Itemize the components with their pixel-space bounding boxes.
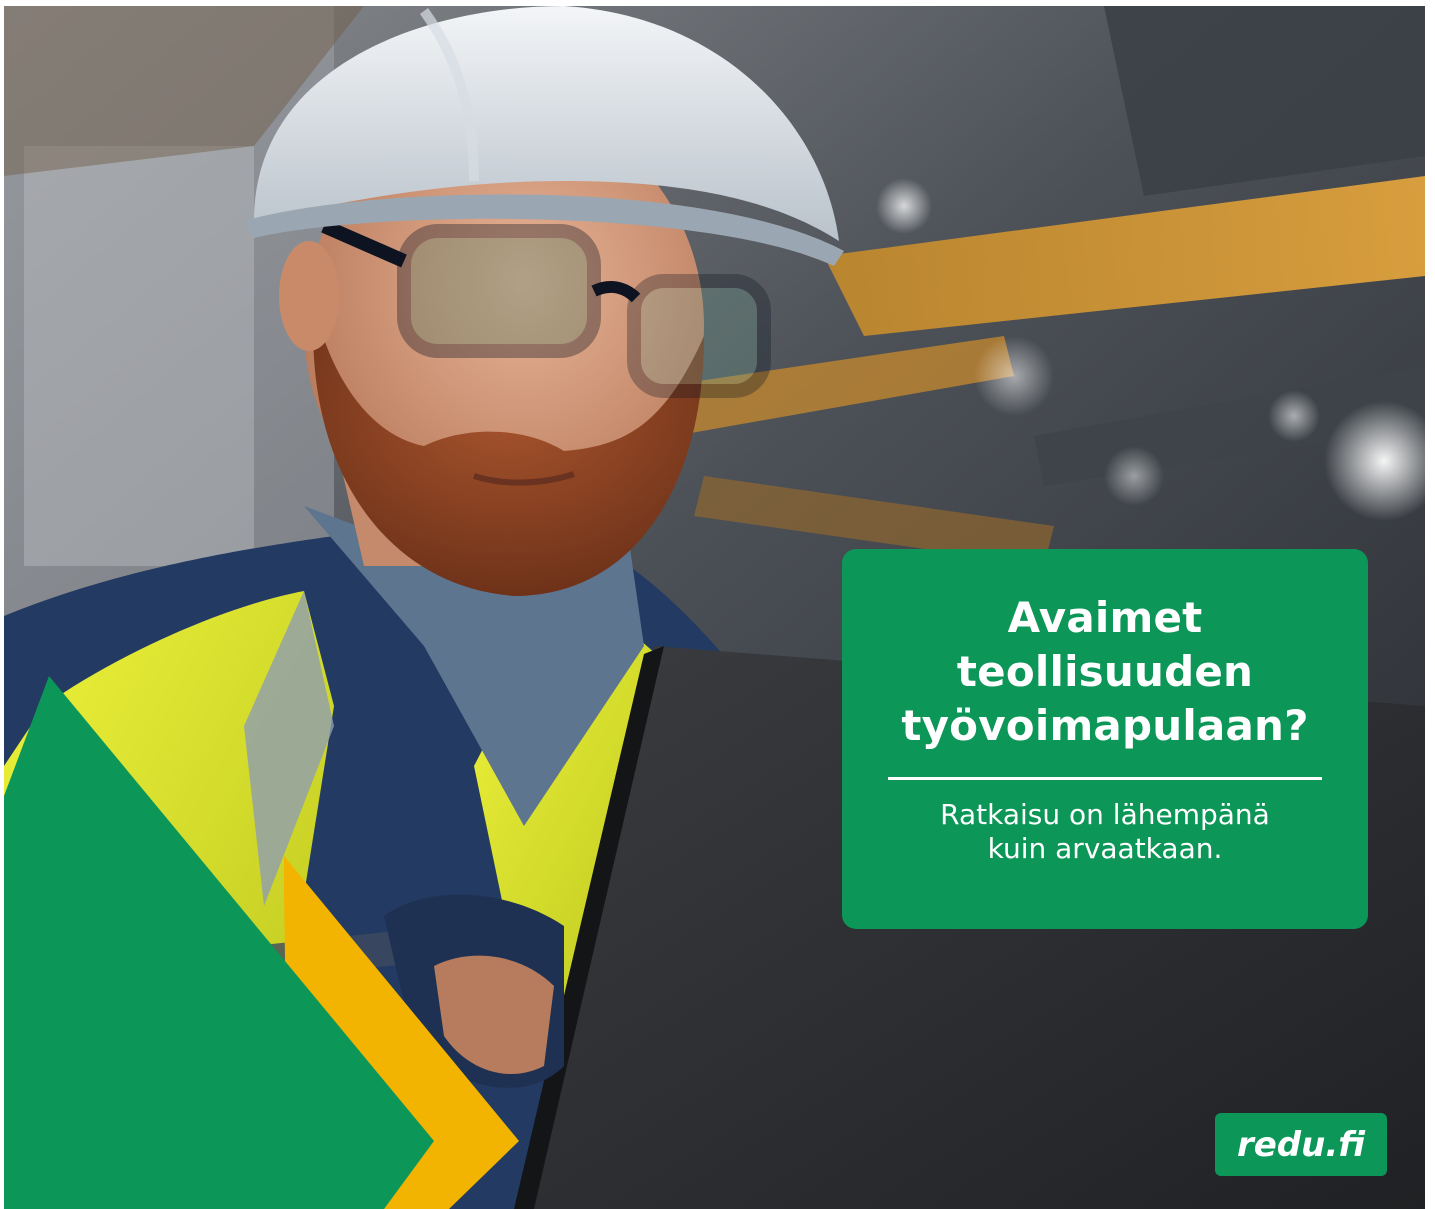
subline-line-1: Ratkaisu on lähempänä bbox=[940, 798, 1270, 831]
card-divider bbox=[888, 777, 1322, 780]
brand-url[interactable]: redu.fi bbox=[1237, 1125, 1365, 1165]
headline-line-3: työvoimapulaan? bbox=[901, 701, 1309, 750]
headline-line-1: Avaimet bbox=[1007, 593, 1203, 642]
headline-line-2: teollisuuden bbox=[956, 647, 1254, 696]
subline-line-2: kuin arvaatkaan. bbox=[987, 832, 1223, 865]
brand-url-badge[interactable]: redu.fi bbox=[1215, 1113, 1387, 1176]
headline-card: Avaimet teollisuuden työvoimapulaan? Rat… bbox=[842, 549, 1368, 929]
headline: Avaimet teollisuuden työvoimapulaan? bbox=[888, 591, 1322, 753]
ad-banner: Avaimet teollisuuden työvoimapulaan? Rat… bbox=[4, 6, 1425, 1209]
subline: Ratkaisu on lähempänä kuin arvaatkaan. bbox=[888, 798, 1322, 866]
